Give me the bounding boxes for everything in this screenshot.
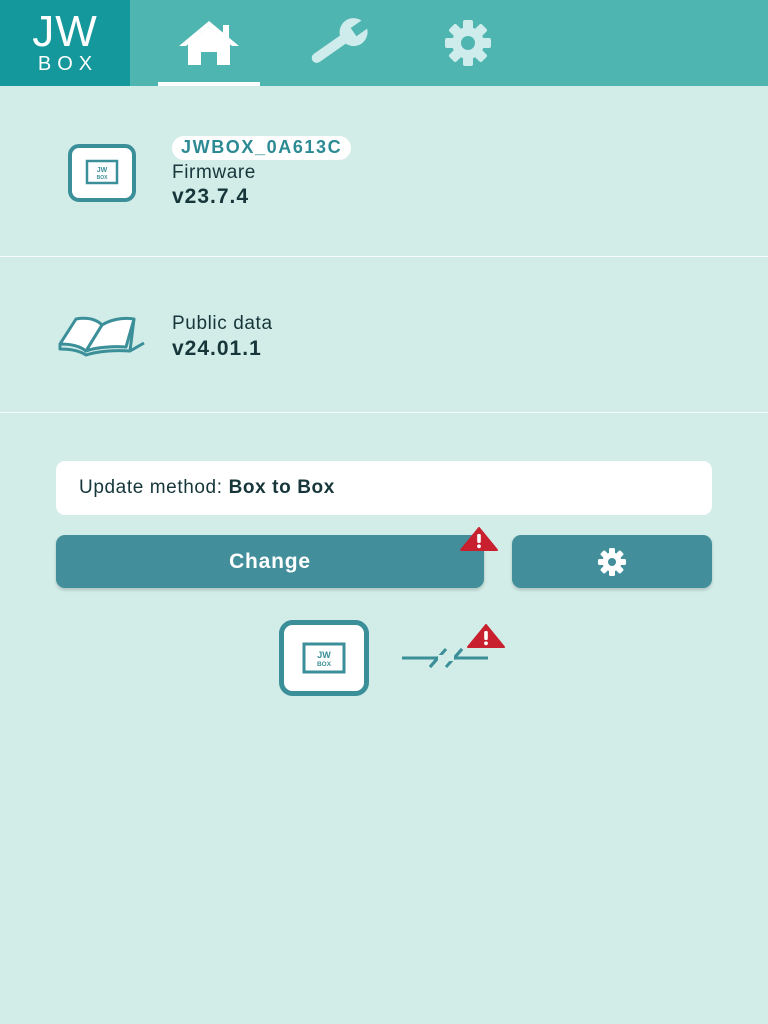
update-method-box: Update method: Box to Box [56,461,712,515]
public-data-section: Public data v24.01.1 [0,258,768,413]
gear-icon [445,20,491,66]
change-button[interactable]: Change [56,535,484,588]
public-data-version: v24.01.1 [172,337,262,360]
warning-triangle-icon [460,527,498,556]
device-icon-text-2: BOX [97,175,109,181]
device-icon-text-1: JW [97,167,108,174]
jwbox-device-icon: JW BOX [279,620,369,701]
firmware-version: v23.7.4 [172,185,250,208]
logo-line-2: BOX [37,53,99,75]
update-method-label: Update method: [79,477,223,498]
public-data-label: Public data [172,313,273,334]
home-icon [179,21,239,65]
firmware-label: Firmware [172,162,256,183]
device-icon-text-2: BOX [317,661,332,668]
tab-home[interactable] [158,0,260,86]
device-icon-text-1: JW [317,650,331,660]
top-nav-bar: JW BOX [0,0,768,86]
open-book-icon [58,313,148,362]
jwbox-device-icon: JW BOX [68,144,138,207]
jwbox-logo: JW BOX [0,0,130,86]
update-method-value: Box to Box [228,477,335,498]
device-info-section: JW BOX JWBOX_0A613C Firmware v23.7.4 [0,86,768,257]
warning-triangle-icon [467,624,505,653]
logo-line-1: JW [32,7,98,56]
wrench-icon [311,18,370,63]
update-settings-button[interactable] [512,535,712,588]
tab-tools[interactable] [290,0,386,86]
tab-settings[interactable] [420,0,516,86]
device-name-badge: JWBOX_0A613C [172,136,352,160]
gear-icon [598,547,626,576]
